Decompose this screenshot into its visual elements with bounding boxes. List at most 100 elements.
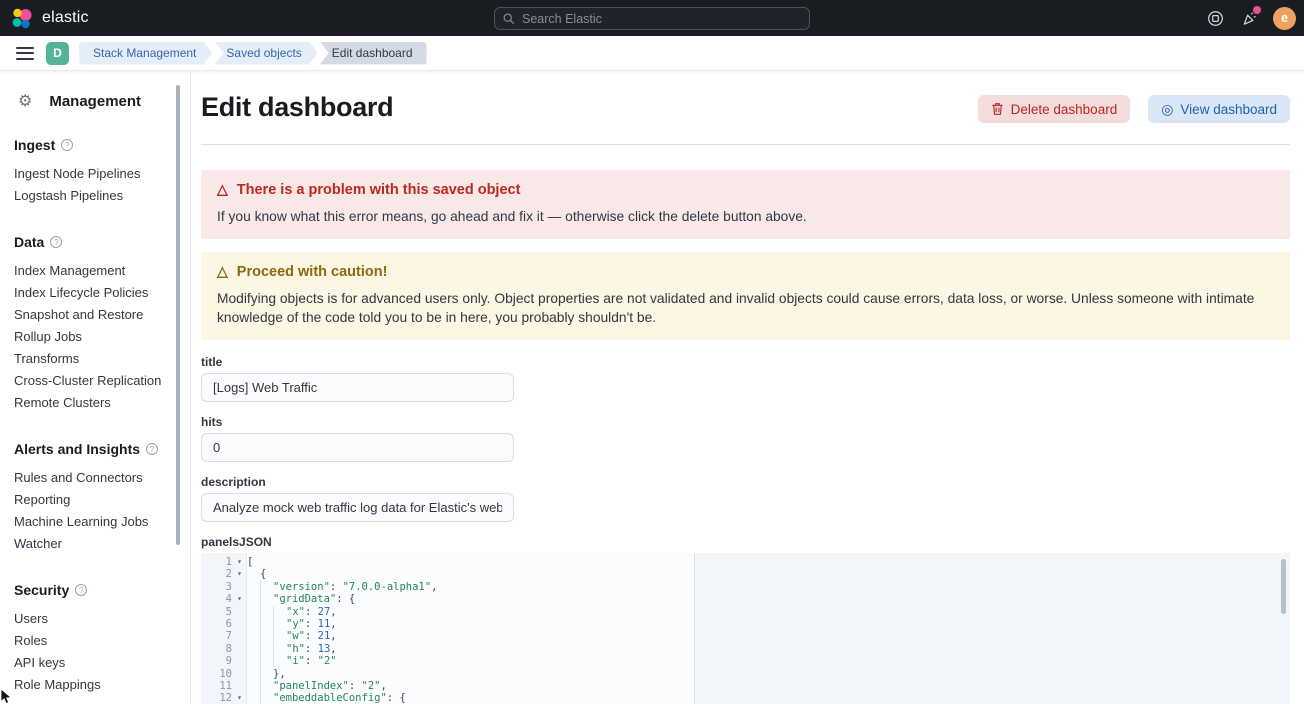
user-avatar[interactable]: e xyxy=(1273,7,1296,30)
title-label: title xyxy=(201,355,1290,369)
indent-guide xyxy=(260,593,273,605)
global-search[interactable] xyxy=(494,7,810,30)
sidebar-item-ingest-node-pipelines[interactable]: Ingest Node Pipelines xyxy=(14,163,174,185)
indent-guide xyxy=(273,630,286,642)
code-line[interactable]: 4▾"gridData": { xyxy=(201,593,1290,605)
indent-guide xyxy=(273,618,286,630)
global-search-input[interactable] xyxy=(522,12,801,26)
code-line-content: "gridData": { xyxy=(247,593,1290,605)
hits-field-group: hits xyxy=(201,415,1290,462)
indent-guide xyxy=(273,606,286,618)
mouse-cursor xyxy=(0,688,13,704)
error-callout: △︎ There is a problem with this saved ob… xyxy=(201,170,1290,239)
line-number: 5 xyxy=(201,606,247,618)
code-line[interactable]: 5"x": 27, xyxy=(201,606,1290,618)
warning-icon: △︎ xyxy=(217,181,228,198)
code-line-content: "y": 11, xyxy=(247,618,1290,630)
error-callout-body: If you know what this error means, go ah… xyxy=(217,207,1274,226)
code-line[interactable]: 1▾[ xyxy=(201,556,1290,568)
code-line[interactable]: 11"panelIndex": "2", xyxy=(201,680,1290,692)
line-number: 3 xyxy=(201,581,247,593)
line-number: 7 xyxy=(201,630,247,642)
code-line[interactable]: 6"y": 11, xyxy=(201,618,1290,630)
caution-callout-body: Modifying objects is for advanced users … xyxy=(217,289,1274,327)
sidebar-scrollbar[interactable] xyxy=(176,85,180,545)
sidebar-item-cross-cluster-replication[interactable]: Cross-Cluster Replication xyxy=(14,370,174,392)
indent-guide xyxy=(260,630,273,642)
newsfeed-icon[interactable] xyxy=(1239,8,1259,28)
help-icon[interactable]: ? xyxy=(50,236,62,248)
space-badge[interactable]: D xyxy=(46,42,69,65)
description-input[interactable] xyxy=(201,493,514,522)
hits-input[interactable] xyxy=(201,433,514,462)
fold-arrow-icon[interactable]: ▾ xyxy=(232,593,247,605)
view-dashboard-button[interactable]: ◎ View dashboard xyxy=(1148,95,1290,123)
fold-arrow-icon[interactable]: ▾ xyxy=(232,556,247,568)
sidebar-item-role-mappings[interactable]: Role Mappings xyxy=(14,674,174,696)
panelsJSON-code-editor[interactable]: 1▾[2▾{3"version": "7.0.0-alpha1",4▾"grid… xyxy=(201,553,1290,704)
sidebar-item-roles[interactable]: Roles xyxy=(14,630,174,652)
caution-callout-title: Proceed with caution! xyxy=(237,264,388,280)
description-field-group: description xyxy=(201,475,1290,522)
code-line-content: "x": 27, xyxy=(247,606,1290,618)
code-line[interactable]: 10}, xyxy=(201,668,1290,680)
code-line[interactable]: 3"version": "7.0.0-alpha1", xyxy=(201,581,1290,593)
breadcrumb: Stack ManagementSaved objectsEdit dashbo… xyxy=(79,42,429,65)
inspect-icon: ◎ xyxy=(1161,102,1173,116)
code-line-content: "w": 21, xyxy=(247,630,1290,642)
page-title: Edit dashboard xyxy=(201,92,393,123)
indent-guide xyxy=(260,668,273,680)
sidenav-section-title: Ingest? xyxy=(14,137,174,153)
sidebar-item-watcher[interactable]: Watcher xyxy=(14,533,174,555)
breadcrumb-stack-management[interactable]: Stack Management xyxy=(79,42,212,65)
sidebar-item-index-lifecycle-policies[interactable]: Index Lifecycle Policies xyxy=(14,282,174,304)
line-number: 8 xyxy=(201,643,247,655)
sidebar-item-machine-learning-jobs[interactable]: Machine Learning Jobs xyxy=(14,511,174,533)
header-divider xyxy=(201,144,1290,145)
line-number: 12▾ xyxy=(201,692,247,704)
sidebar-item-reporting[interactable]: Reporting xyxy=(14,489,174,511)
indent-guide xyxy=(260,692,273,704)
indent-guide xyxy=(260,581,273,593)
indent-guide xyxy=(260,655,273,667)
sidebar-item-logstash-pipelines[interactable]: Logstash Pipelines xyxy=(14,185,174,207)
sidebar-item-index-management[interactable]: Index Management xyxy=(14,260,174,282)
code-line[interactable]: 9"i": "2" xyxy=(201,655,1290,667)
code-line-content: }, xyxy=(247,668,1290,680)
sidenav-section-title: Data? xyxy=(14,234,174,250)
sidenav-section-alerts-and-insights: Alerts and Insights?Rules and Connectors… xyxy=(14,441,174,555)
sidenav-section-data: Data? Index ManagementIndex Lifecycle Pol… xyxy=(14,234,174,414)
help-icon[interactable]: ? xyxy=(75,584,87,596)
hits-label: hits xyxy=(201,415,1290,429)
help-icon[interactable]: ? xyxy=(146,443,158,455)
breadcrumb-bar: D Stack ManagementSaved objectsEdit dash… xyxy=(0,36,1304,71)
sidebar-item-rollup-jobs[interactable]: Rollup Jobs xyxy=(14,326,174,348)
elastic-logo[interactable]: elastic xyxy=(12,8,89,29)
sidenav-section-title: Security? xyxy=(14,582,174,598)
sidebar-item-users[interactable]: Users xyxy=(14,608,174,630)
code-line-content: "embeddableConfig": { xyxy=(247,692,1290,704)
code-line[interactable]: 8"h": 13, xyxy=(201,643,1290,655)
deployment-icon[interactable] xyxy=(1205,8,1225,28)
fold-arrow-icon[interactable]: ▾ xyxy=(232,568,247,580)
delete-dashboard-button[interactable]: Delete dashboard xyxy=(978,95,1131,123)
editor-scrollbar[interactable] xyxy=(1281,559,1286,614)
indent-guide xyxy=(260,643,273,655)
management-sidenav: ⚙ Management Ingest?Ingest Node Pipeline… xyxy=(0,71,191,704)
help-icon[interactable]: ? xyxy=(61,139,73,151)
breadcrumb-saved-objects[interactable]: Saved objects xyxy=(214,42,317,65)
code-line[interactable]: 2▾{ xyxy=(201,568,1290,580)
sidebar-item-api-keys[interactable]: API keys xyxy=(14,652,174,674)
notification-dot xyxy=(1253,6,1261,14)
line-number: 11 xyxy=(201,680,247,692)
menu-icon[interactable] xyxy=(8,38,42,68)
code-line[interactable]: 7"w": 21, xyxy=(201,630,1290,642)
gear-icon: ⚙ xyxy=(18,94,32,110)
title-input[interactable] xyxy=(201,373,514,402)
sidebar-item-rules-and-connectors[interactable]: Rules and Connectors xyxy=(14,467,174,489)
sidebar-item-snapshot-and-restore[interactable]: Snapshot and Restore xyxy=(14,304,174,326)
sidebar-item-remote-clusters[interactable]: Remote Clusters xyxy=(14,392,174,414)
fold-arrow-icon[interactable]: ▾ xyxy=(232,692,247,704)
code-line[interactable]: 12▾"embeddableConfig": { xyxy=(201,692,1290,704)
sidebar-item-transforms[interactable]: Transforms xyxy=(14,348,174,370)
